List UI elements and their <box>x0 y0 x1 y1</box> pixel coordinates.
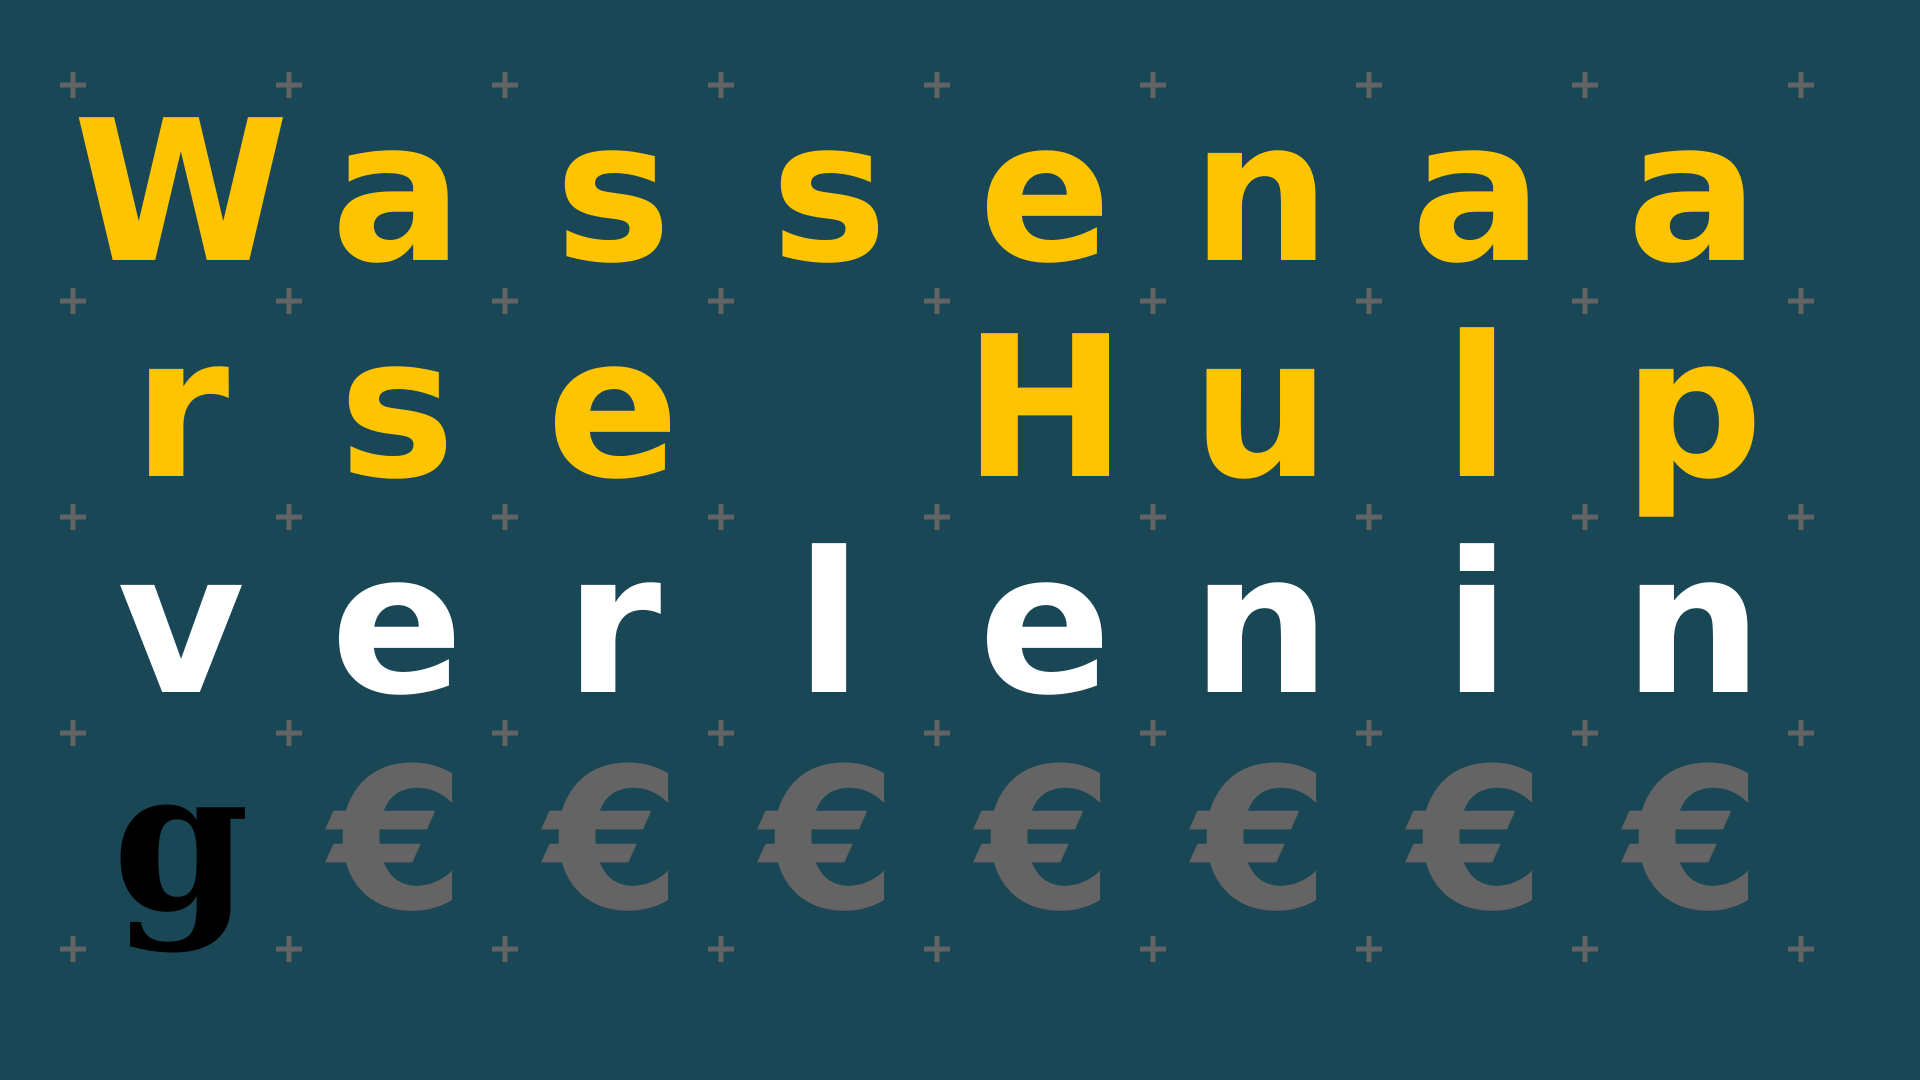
grid-letter: g <box>112 726 250 956</box>
grid-letter: e <box>978 511 1112 739</box>
grid-letter: W <box>72 79 290 307</box>
grid-letter: r <box>132 295 230 523</box>
grid-letter: s <box>554 79 672 307</box>
grid-letter: a <box>1410 79 1544 307</box>
grid-letter: n <box>1191 511 1331 739</box>
artwork-canvas: Wa s s e n a a r s e Hu l p v e r l e n i n g € € € € € € € <box>0 0 1920 1080</box>
grid-letter: s <box>770 79 888 307</box>
grid-letter: r <box>564 511 662 739</box>
grid-letter: u <box>1191 295 1331 523</box>
grid-letter: H <box>962 295 1128 523</box>
grid-letter: i <box>1443 511 1511 739</box>
grid-letter: e <box>330 511 464 739</box>
grid-letter: p <box>1622 295 1764 523</box>
euro-sign: € <box>1192 727 1330 955</box>
grid-letter: s <box>338 295 456 523</box>
grid-letter: l <box>795 511 863 739</box>
grid-letter: e <box>978 79 1112 307</box>
grid-letter <box>721 301 937 517</box>
euro-sign: € <box>1408 727 1546 955</box>
euro-sign: € <box>760 727 898 955</box>
letter-grid: Wa s s e n a a r s e Hu l p v e r l e n i n g € € € € € € € <box>0 0 1920 1080</box>
grid-letter: l <box>1443 295 1511 523</box>
euro-sign: € <box>328 727 466 955</box>
grid-letter: a <box>1626 79 1760 307</box>
euro-sign: € <box>544 727 682 955</box>
grid-letter: n <box>1191 79 1331 307</box>
grid-letter: e <box>546 295 680 523</box>
grid-letter: v <box>117 511 245 739</box>
euro-sign: € <box>976 727 1114 955</box>
grid-letter: a <box>330 79 464 307</box>
grid-letter: n <box>1623 511 1763 739</box>
euro-sign: € <box>1624 727 1762 955</box>
